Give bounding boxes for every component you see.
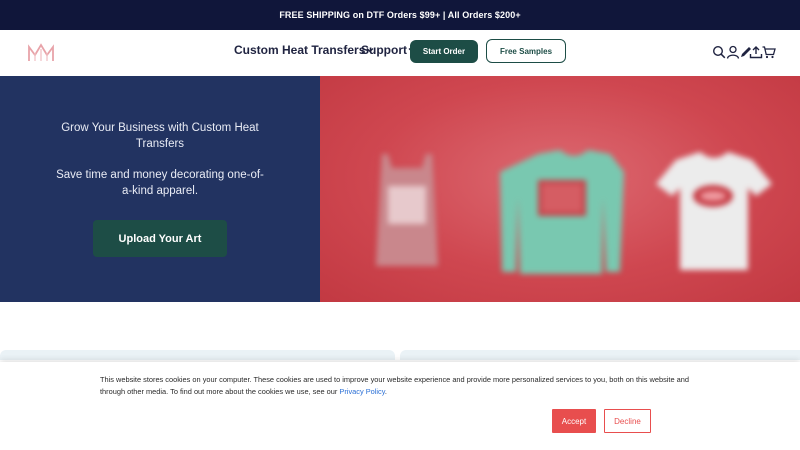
cookie-banner: This website stores cookies on your comp…: [0, 362, 800, 450]
cart-icon[interactable]: [762, 45, 776, 59]
upload-icon[interactable]: [749, 45, 763, 59]
nav-custom-heat-transfers-label: Custom Heat Transfers: [234, 43, 366, 57]
hero-subheading: Save time and money decorating one-of-a-…: [56, 169, 264, 197]
upload-art-button[interactable]: Upload Your Art: [93, 220, 227, 257]
content-card-left: [0, 350, 395, 360]
nav-custom-heat-transfers[interactable]: Custom Heat Transfers: [234, 43, 374, 57]
start-order-button[interactable]: Start Order: [410, 40, 478, 63]
apparel-illustration: [376, 150, 772, 274]
content-card-right: [400, 350, 800, 360]
brand-logo-icon[interactable]: [26, 39, 56, 65]
decline-button[interactable]: Decline: [604, 409, 651, 433]
apparel-mockups-image: [320, 76, 800, 302]
search-icon[interactable]: [712, 45, 726, 59]
cookie-text-end: .: [384, 387, 387, 396]
announcement-text: FREE SHIPPING on DTF Orders $99+ | All O…: [279, 10, 521, 20]
hero-heading: Grow Your Business with Custom Heat Tran…: [61, 122, 259, 150]
privacy-policy-link[interactable]: Privacy Policy: [339, 387, 384, 396]
cookie-text: This website stores cookies on your comp…: [100, 375, 689, 396]
cookie-message: This website stores cookies on your comp…: [100, 374, 700, 398]
site-header: Custom Heat Transfers Support Start Orde…: [0, 30, 800, 76]
nav-support-label: Support: [361, 43, 407, 57]
hero-panel: Grow Your Business with Custom Heat Tran…: [0, 76, 320, 302]
free-samples-button[interactable]: Free Samples: [486, 39, 566, 63]
nav-support[interactable]: Support: [361, 43, 416, 57]
account-icon[interactable]: [726, 45, 740, 59]
accept-button[interactable]: Accept: [552, 409, 596, 433]
content-section-edge: [0, 350, 800, 360]
announcement-bar: FREE SHIPPING on DTF Orders $99+ | All O…: [0, 0, 800, 30]
